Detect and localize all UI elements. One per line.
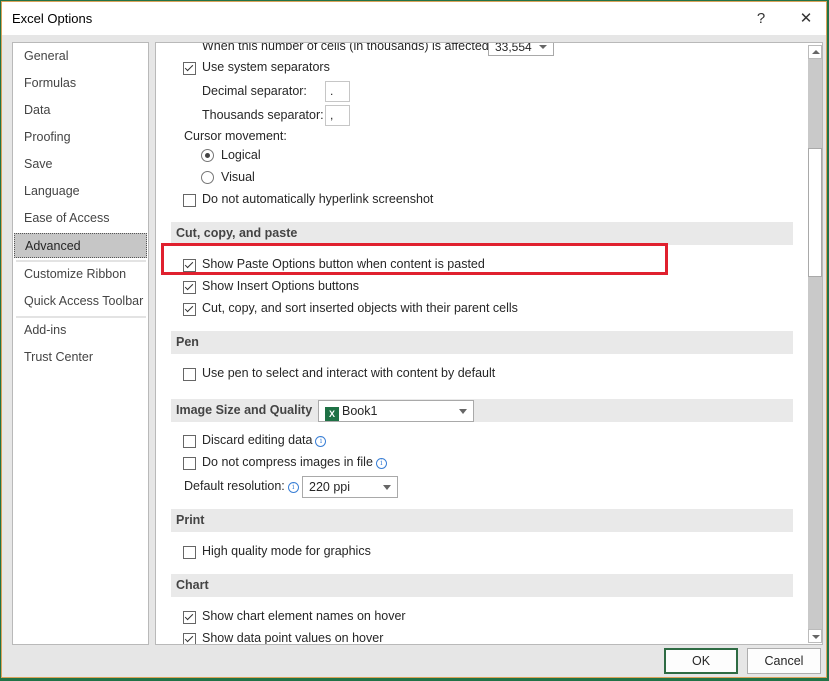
- close-button[interactable]: ✕: [792, 7, 820, 31]
- sidebar-item-add-ins[interactable]: Add-ins: [14, 318, 147, 343]
- sidebar: General Formulas Data Proofing Save Lang…: [12, 42, 149, 645]
- sidebar-item-general[interactable]: General: [14, 44, 147, 69]
- excel-workbook-icon: X: [325, 407, 339, 421]
- scroll-thumb[interactable]: [808, 148, 822, 277]
- decimal-separator-input[interactable]: .: [325, 81, 350, 102]
- cells-affected-value: 33,554: [495, 42, 532, 54]
- chevron-down-icon: [539, 45, 547, 49]
- default-resolution-value: 220 ppi: [309, 480, 351, 494]
- help-button[interactable]: ?: [747, 7, 775, 31]
- excel-options-dialog: Excel Options ? ✕ General Formulas Data …: [1, 1, 827, 678]
- show-paste-options-checkbox[interactable]: [183, 259, 196, 272]
- cursor-movement-label: Cursor movement:: [184, 129, 287, 143]
- sidebar-item-customize-ribbon[interactable]: Customize Ribbon: [14, 262, 147, 287]
- title-bar: Excel Options ? ✕: [2, 2, 826, 35]
- section-title: Image Size and Quality: [176, 403, 313, 417]
- cells-affected-label: When this number of cells (in thousands)…: [202, 42, 493, 53]
- high-quality-graphics-label: High quality mode for graphics: [202, 544, 371, 558]
- arrow-up-icon: [812, 50, 820, 54]
- decimal-separator-label: Decimal separator:: [202, 84, 307, 98]
- thousands-separator-label: Thousands separator:: [202, 108, 324, 122]
- show-insert-options-checkbox[interactable]: [183, 281, 196, 294]
- show-chart-element-names-label: Show chart element names on hover: [202, 609, 406, 623]
- image-workbook-dropdown[interactable]: X Book1: [318, 400, 474, 422]
- section-image-size-quality: Image Size and Quality: [171, 399, 793, 422]
- info-icon[interactable]: i: [315, 436, 327, 447]
- vertical-scrollbar[interactable]: [808, 45, 822, 643]
- show-data-point-values-checkbox[interactable]: [183, 633, 196, 644]
- no-hyperlink-screenshot-label: Do not automatically hyperlink screensho…: [202, 192, 434, 206]
- sidebar-item-quick-access-toolbar[interactable]: Quick Access Toolbar: [14, 289, 147, 314]
- info-icon[interactable]: i: [375, 458, 387, 469]
- no-hyperlink-screenshot-checkbox[interactable]: [183, 194, 196, 207]
- sidebar-item-data[interactable]: Data: [14, 98, 147, 123]
- sidebar-item-language[interactable]: Language: [14, 179, 147, 204]
- cursor-logical-label: Logical: [221, 148, 261, 162]
- use-pen-label: Use pen to select and interact with cont…: [202, 366, 496, 380]
- cursor-visual-radio[interactable]: [201, 171, 214, 184]
- use-system-separators-checkbox[interactable]: [183, 62, 196, 75]
- show-data-point-values-label: Show data point values on hover: [202, 631, 384, 645]
- section-title: Chart: [176, 578, 209, 592]
- sidebar-item-formulas[interactable]: Formulas: [14, 71, 147, 96]
- cells-affected-spinner[interactable]: 33,554: [488, 42, 554, 56]
- sidebar-item-proofing[interactable]: Proofing: [14, 125, 147, 150]
- cursor-visual-label: Visual: [221, 170, 255, 184]
- sidebar-item-save[interactable]: Save: [14, 152, 147, 177]
- high-quality-graphics-checkbox[interactable]: [183, 546, 196, 559]
- ok-button[interactable]: OK: [664, 648, 738, 674]
- scroll-down-button[interactable]: [808, 629, 822, 643]
- sidebar-item-advanced[interactable]: Advanced: [14, 233, 147, 258]
- section-title: Pen: [176, 335, 199, 349]
- options-content: When this number of cells (in thousands)…: [155, 42, 823, 645]
- show-insert-options-label: Show Insert Options buttons: [202, 279, 360, 293]
- no-compress-images-checkbox[interactable]: [183, 457, 196, 470]
- default-resolution-dropdown[interactable]: 220 ppi: [302, 476, 398, 498]
- section-cut-copy-paste: Cut, copy, and paste: [171, 222, 793, 245]
- use-pen-checkbox[interactable]: [183, 368, 196, 381]
- chevron-down-icon: [459, 409, 467, 414]
- discard-editing-data-checkbox[interactable]: [183, 435, 196, 448]
- info-icon[interactable]: i: [287, 482, 299, 493]
- thousands-separator-input[interactable]: ,: [325, 105, 350, 126]
- use-system-separators-label: Use system separators: [202, 60, 330, 74]
- cut-copy-sort-objects-label: Cut, copy, and sort inserted objects wit…: [202, 301, 518, 315]
- scroll-up-button[interactable]: [808, 45, 822, 59]
- discard-editing-data-label: Discard editing data i: [202, 433, 327, 447]
- arrow-down-icon: [812, 635, 820, 639]
- show-chart-element-names-checkbox[interactable]: [183, 611, 196, 624]
- cut-copy-sort-objects-checkbox[interactable]: [183, 303, 196, 316]
- section-pen: Pen: [171, 331, 793, 354]
- default-resolution-label: Default resolution: i: [184, 479, 299, 493]
- chevron-down-icon: [383, 485, 391, 490]
- no-compress-images-label: Do not compress images in file i: [202, 455, 387, 469]
- sidebar-item-ease-of-access[interactable]: Ease of Access: [14, 206, 147, 231]
- cursor-logical-radio[interactable]: [201, 149, 214, 162]
- cancel-button[interactable]: Cancel: [747, 648, 821, 674]
- dialog-title: Excel Options: [12, 11, 93, 26]
- show-paste-options-label: Show Paste Options button when content i…: [202, 257, 485, 271]
- section-title: Cut, copy, and paste: [176, 226, 298, 240]
- section-title: Print: [176, 513, 205, 527]
- section-print: Print: [171, 509, 793, 532]
- sidebar-item-trust-center[interactable]: Trust Center: [14, 345, 147, 370]
- image-workbook-value: Book1: [342, 404, 378, 418]
- section-chart: Chart: [171, 574, 793, 597]
